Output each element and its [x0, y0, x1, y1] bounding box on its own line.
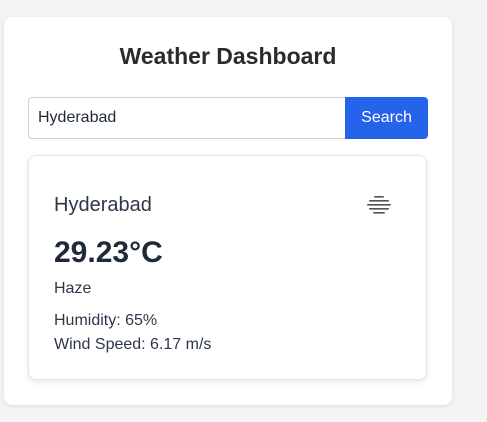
- search-button[interactable]: Search: [345, 97, 428, 139]
- wind-speed: Wind Speed: 6.17 m/s: [54, 336, 212, 353]
- page-title: Weather Dashboard: [119, 43, 337, 69]
- city-name: Hyderabad: [54, 194, 152, 216]
- humidity: Humidity: 65%: [54, 312, 158, 329]
- city-search-input[interactable]: [28, 97, 345, 139]
- temperature: 29.23°C: [54, 236, 163, 269]
- haze-icon: [367, 196, 391, 214]
- weather-dashboard-panel: Weather Dashboard Search Hyderabad 29.23…: [4, 17, 452, 405]
- weather-condition: Haze: [54, 280, 92, 297]
- search-bar: Search: [28, 97, 428, 139]
- weather-card: Hyderabad 29.23°C Haze Humidity: 65% Win…: [28, 155, 427, 380]
